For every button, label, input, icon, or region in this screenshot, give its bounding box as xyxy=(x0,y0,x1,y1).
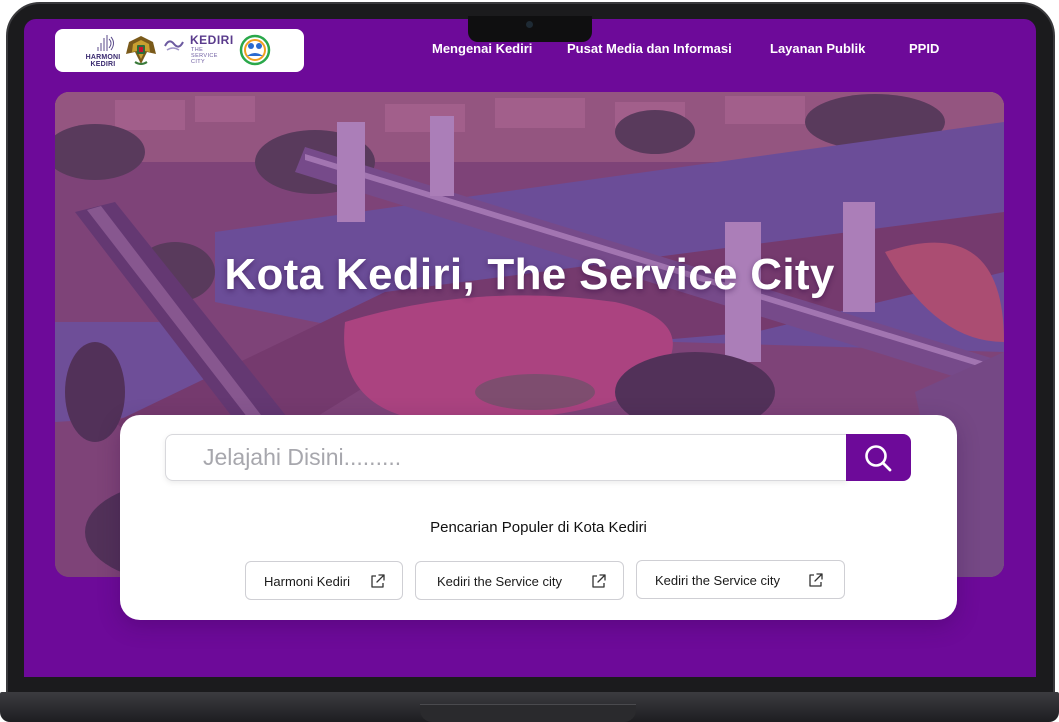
nav-layanan-publik[interactable]: Layanan Publik xyxy=(770,41,865,59)
kediri-service-city-logo: KEDIRI THE SERVICE CITY xyxy=(163,32,235,68)
kediri-swirl-icon xyxy=(164,40,184,51)
chip-label: Harmoni Kediri xyxy=(264,574,350,589)
laptop-base xyxy=(0,692,1059,722)
hero-title: Kota Kediri, The Service City xyxy=(224,250,835,299)
search-input[interactable] xyxy=(165,434,847,481)
external-link-icon xyxy=(592,574,606,588)
search-card: Pencarian Populer di Kota Kediri Harmoni… xyxy=(120,415,957,620)
community-circle-logo-icon xyxy=(239,34,271,66)
browser-screen: HARMONI KEDIRI KEDIRI THE SERVICE CITY M… xyxy=(24,19,1036,677)
search-button[interactable] xyxy=(846,434,911,481)
garuda-emblem-icon xyxy=(126,36,156,65)
chip-label: Kediri the Service city xyxy=(437,574,562,589)
search-icon xyxy=(865,445,892,472)
popular-searches-heading: Pencarian Populer di Kota Kediri xyxy=(430,519,647,536)
popular-chip-harmoni-kediri[interactable]: Harmoni Kediri xyxy=(245,561,403,600)
popular-chip-kediri-service-city[interactable]: Kediri the Service city xyxy=(415,561,624,600)
popular-chip-kediri-service-city-2[interactable]: Kediri the Service city xyxy=(636,560,845,599)
laptop-hinge-notch xyxy=(420,704,636,722)
harmoni-kediri-logo: HARMONI KEDIRI xyxy=(79,33,127,69)
external-link-icon xyxy=(809,573,823,587)
chip-label: Kediri the Service city xyxy=(655,573,780,588)
header-logo-group[interactable]: HARMONI KEDIRI KEDIRI THE SERVICE CITY xyxy=(55,29,304,72)
camera-icon xyxy=(526,21,533,28)
kediri-tagline: THE SERVICE CITY xyxy=(191,47,218,65)
nav-ppid[interactable]: PPID xyxy=(909,41,939,59)
external-link-icon xyxy=(371,574,385,588)
nav-mengenai-kediri[interactable]: Mengenai Kediri xyxy=(432,41,532,59)
harmoni-kediri-text: HARMONI KEDIRI xyxy=(85,54,121,68)
camera-notch xyxy=(468,16,592,42)
harmoni-waves-icon xyxy=(97,35,114,51)
nav-pusat-media[interactable]: Pusat Media dan Informasi xyxy=(567,41,732,59)
kediri-wordmark: KEDIRI xyxy=(190,33,234,47)
